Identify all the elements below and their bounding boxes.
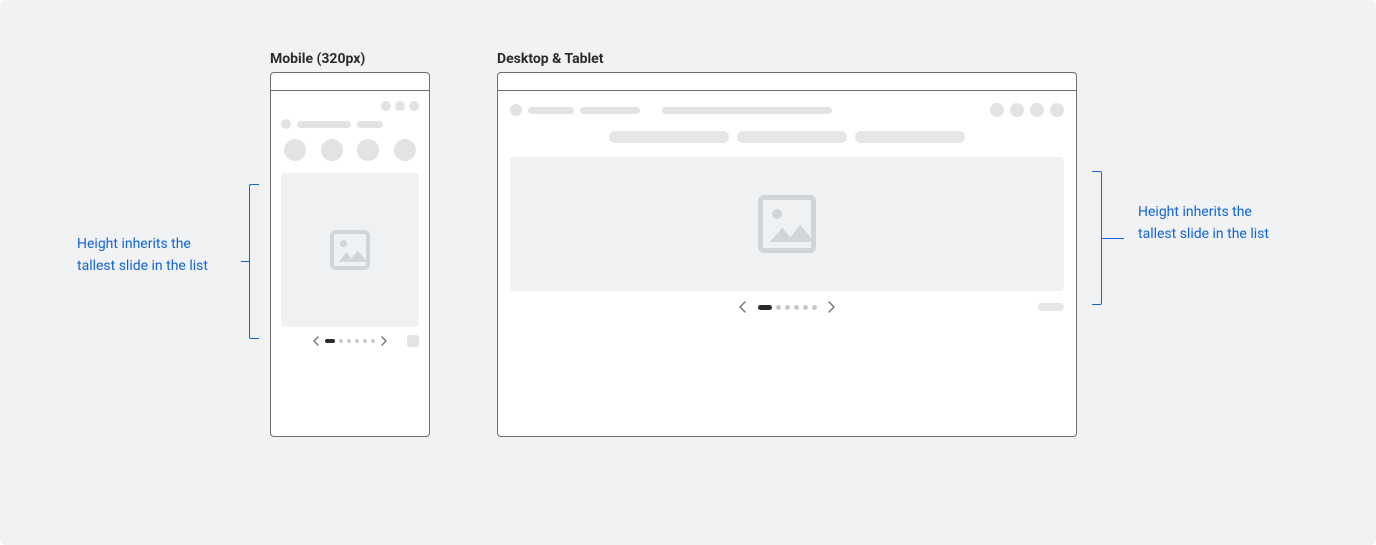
desktop-tabs-row [510, 131, 1064, 143]
mobile-pagination [309, 336, 391, 346]
nav-item-placeholder [580, 107, 640, 114]
desktop-titlebar [498, 73, 1076, 91]
mountain-icon [768, 223, 816, 242]
desktop-carousel-slide [510, 157, 1064, 291]
avatar-icon [395, 101, 405, 111]
diagram-stage: Mobile (320px) Desktop & Tablet Height i… [0, 0, 1376, 545]
page-dot[interactable] [325, 339, 335, 343]
page-dot[interactable] [794, 305, 799, 310]
desktop-nav-right [990, 103, 1064, 117]
mobile-pager-row [281, 335, 419, 347]
mobile-bracket-stem [241, 261, 249, 262]
action-icon [1010, 103, 1024, 117]
subtitle-placeholder [357, 121, 383, 128]
chevron-right-icon[interactable] [825, 301, 839, 313]
chevron-left-icon[interactable] [736, 301, 750, 313]
page-dot[interactable] [776, 305, 781, 310]
chevron-left-icon[interactable] [309, 336, 323, 346]
page-dot[interactable] [758, 305, 772, 310]
desktop-bracket [1092, 171, 1102, 305]
avatar-icon [381, 101, 391, 111]
desktop-content [498, 91, 1076, 313]
nav-item-placeholder [528, 107, 574, 114]
mobile-carousel-slide [281, 173, 419, 327]
category-icon [357, 139, 379, 161]
desktop-height-callout: Height inherits the tallest slide in the… [1138, 201, 1298, 245]
page-dot[interactable] [371, 339, 375, 343]
chevron-right-icon[interactable] [377, 336, 391, 346]
image-placeholder-icon [758, 195, 816, 253]
category-icon [394, 139, 416, 161]
action-icon [1030, 103, 1044, 117]
logo-icon [281, 119, 291, 129]
tab-placeholder [609, 131, 729, 143]
desktop-corner-tag [1038, 303, 1064, 311]
action-icon [1050, 103, 1064, 117]
mobile-header-row [281, 119, 419, 129]
avatar-icon [409, 101, 419, 111]
page-dot[interactable] [355, 339, 359, 343]
category-icon [321, 139, 343, 161]
tab-placeholder [855, 131, 965, 143]
mountain-icon [337, 249, 369, 262]
page-dot[interactable] [339, 339, 343, 343]
mobile-top-icons [281, 101, 419, 111]
logo-icon [510, 104, 522, 116]
desktop-header-row [510, 103, 1064, 117]
page-dot[interactable] [347, 339, 351, 343]
desktop-bracket-stem [1102, 238, 1124, 239]
search-placeholder [662, 107, 832, 114]
mobile-frame-label: Mobile (320px) [270, 51, 365, 67]
mobile-content [271, 91, 429, 347]
page-dot[interactable] [785, 305, 790, 310]
mobile-bracket [249, 184, 259, 339]
tab-placeholder [737, 131, 847, 143]
title-placeholder [297, 121, 351, 128]
desktop-nav-left [510, 104, 832, 116]
page-dot[interactable] [803, 305, 808, 310]
desktop-frame [497, 72, 1077, 437]
desktop-pager-row [510, 301, 1064, 313]
mobile-corner-tag [407, 335, 419, 347]
category-icon [284, 139, 306, 161]
mobile-frame [270, 72, 430, 437]
desktop-pagination [736, 301, 839, 313]
image-placeholder-icon [330, 230, 370, 270]
page-dot[interactable] [363, 339, 367, 343]
page-dot[interactable] [812, 305, 817, 310]
mobile-titlebar [271, 73, 429, 91]
mobile-category-row [281, 139, 419, 161]
desktop-frame-label: Desktop & Tablet [497, 51, 603, 67]
action-icon [990, 103, 1004, 117]
mobile-height-callout: Height inherits the tallest slide in the… [77, 233, 237, 277]
